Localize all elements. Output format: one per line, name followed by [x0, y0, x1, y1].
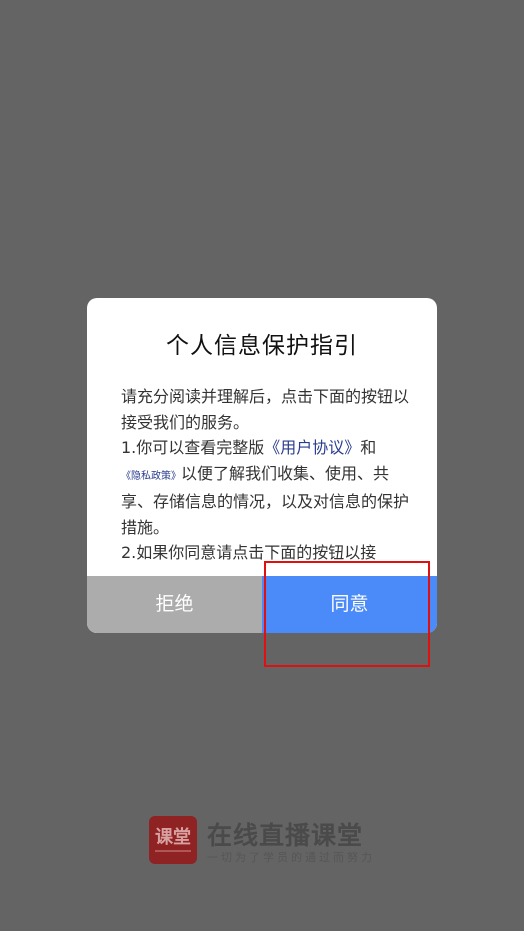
- reject-button[interactable]: 拒绝: [87, 576, 262, 633]
- dialog-body: 请充分阅读并理解后，点击下面的按钮以接受我们的服务。 1.你可以查看完整版《用户…: [121, 384, 409, 576]
- dialog-paragraph-agreements: 1.你可以查看完整版《用户协议》和 《隐私政策》以便了解我们收集、使用、共享、存储…: [121, 435, 409, 540]
- privacy-dialog: 个人信息保护指引 请充分阅读并理解后，点击下面的按钮以接受我们的服务。 1.你可…: [87, 298, 437, 633]
- user-agreement-link[interactable]: 《用户协议》: [264, 438, 360, 457]
- privacy-policy-link[interactable]: 《隐私政策》: [121, 471, 181, 482]
- brand-footer: 课堂 在线直播课堂 一切为了学员的通过而努力: [149, 816, 389, 866]
- agree-button[interactable]: 同意: [262, 576, 437, 633]
- dialog-paragraph-intro: 请充分阅读并理解后，点击下面的按钮以接受我们的服务。: [121, 387, 409, 432]
- brand-logo-text: 课堂: [155, 827, 191, 848]
- brand-slogan: 一切为了学员的通过而努力: [207, 851, 375, 864]
- agreements-and: 和: [360, 438, 377, 457]
- dialog-paragraph-consent: 2.如果你同意请点击下面的按钮以接: [121, 543, 377, 562]
- agreements-prefix: 1.你可以查看完整版: [121, 438, 265, 457]
- dialog-title: 个人信息保护指引: [166, 333, 358, 359]
- brand-name: 在线直播课堂: [207, 821, 364, 850]
- brand-logo: 课堂: [149, 816, 197, 864]
- brand-logo-underline: [155, 850, 191, 852]
